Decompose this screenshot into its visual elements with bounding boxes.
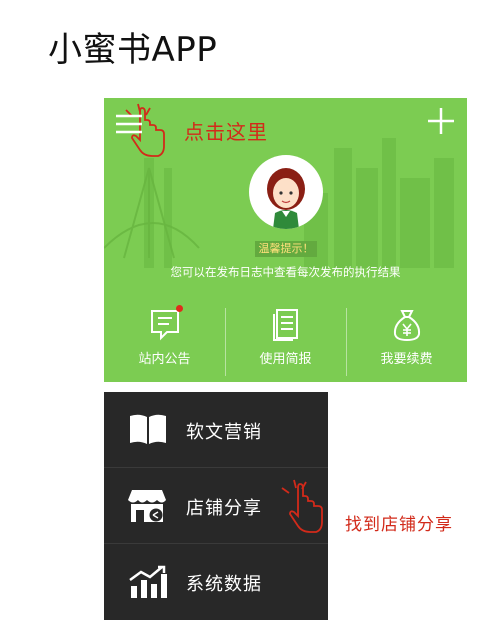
menu-item-label: 店铺分享 [186,498,262,519]
side-menu: 软文营销 店铺分享 系统数据 [104,392,328,620]
action-label: 我要续费 [380,352,433,367]
report-icon [272,309,298,341]
action-renew[interactable]: 我要续费 [346,306,467,382]
tip-badge: 温馨提示！ [255,241,317,257]
menu-icon[interactable] [116,114,142,138]
menu-item-label: 软文营销 [186,422,262,443]
money-bag-icon [393,310,420,342]
store-share-icon [128,490,166,522]
action-report[interactable]: 使用简报 [225,306,346,382]
add-icon[interactable] [428,108,454,138]
store-share-hint-label: 找到店铺分享 [345,515,453,535]
notification-dot [176,305,183,312]
tip-message: 您可以在发布日志中查看每次发布的执行结果 [170,265,401,279]
app-header-card: 点击这里 温馨提示！ 您可以在发布日志中查看每次发布的执行结果 站内公告 使用简… [104,98,467,382]
action-label: 站内公告 [138,352,191,367]
action-announcement[interactable]: 站内公告 [104,305,225,382]
action-label: 使用简报 [259,352,312,367]
tap-hand-icon [272,476,332,538]
menu-item-label: 系统数据 [186,574,262,595]
announcement-icon [150,310,179,341]
menu-item-store-share[interactable]: 店铺分享 [104,468,328,544]
quick-actions: 站内公告 使用简报 我要续费 [104,305,467,382]
book-icon [130,414,166,444]
tap-hint-label: 点击这里 [184,120,268,144]
page-title: 小蜜书APP [48,30,218,70]
chart-icon [129,565,167,598]
menu-item-content-marketing[interactable]: 软文营销 [104,392,328,468]
menu-item-system-data[interactable]: 系统数据 [104,544,328,620]
avatar[interactable] [249,155,323,229]
